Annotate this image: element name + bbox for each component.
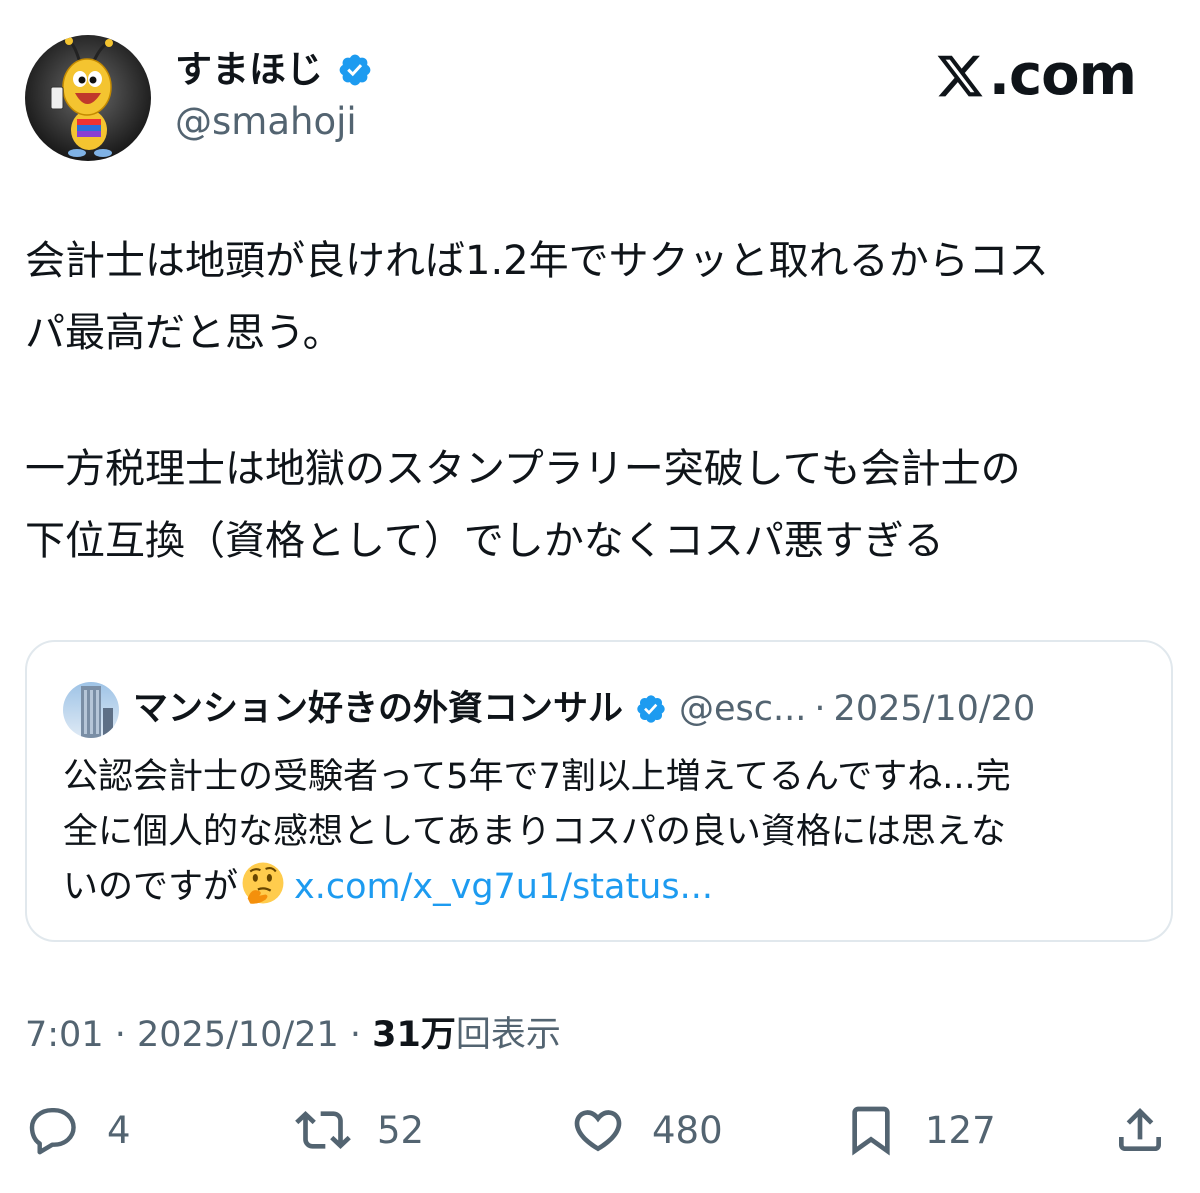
avatar[interactable] <box>25 35 151 161</box>
display-name-text: すまほじ <box>175 48 323 91</box>
quote-line: 公認会計士の受験者って5年で7割以上増えてるんですね...完 <box>63 757 1011 797</box>
thinking-face-icon <box>242 862 284 904</box>
verified-badge-icon <box>637 695 665 723</box>
quote-line-last: いのですが x.com/x_vg7u1/status... <box>63 860 1143 915</box>
quote-separator: · <box>814 689 826 729</box>
handle[interactable]: @smahoji <box>175 100 357 144</box>
meta-separator: · <box>103 1015 137 1055</box>
site-logo-text: .com <box>988 43 1137 108</box>
quote-avatar[interactable] <box>63 682 119 738</box>
heart-icon <box>574 1110 622 1152</box>
building-avatar-image <box>63 682 119 738</box>
verified-badge-icon <box>339 54 371 86</box>
bookmark-button[interactable]: 127 <box>843 1100 996 1160</box>
quote-line: 全に個人的な感想としてあまりコスパの良い資格には思えな <box>63 812 1006 852</box>
tweet-date[interactable]: 2025/10/21 <box>137 1015 339 1055</box>
reply-count: 4 <box>107 1108 131 1152</box>
quote-header: マンション好きの外資コンサル @esc... · 2025/10/20 <box>133 684 1035 734</box>
tweet-line: 会計士は地頭が良ければ1.2年でサクッと取れるからコス <box>25 238 1049 284</box>
tweet-text: 会計士は地頭が良ければ1.2年でサクッと取れるからコス パ最高だと思う。 一方税… <box>25 225 1175 577</box>
display-name[interactable]: すまほじ <box>175 48 373 92</box>
quote-line: いのですが <box>63 867 239 907</box>
views-label: 回表示 <box>455 1015 561 1055</box>
repost-icon <box>295 1111 351 1149</box>
quote-date[interactable]: 2025/10/20 <box>834 684 1036 734</box>
reply-button[interactable]: 4 <box>25 1100 131 1160</box>
meta-separator: · <box>338 1015 373 1055</box>
tweet-meta: 7:01 · 2025/10/21 · 31万回表示 <box>25 1012 561 1058</box>
reply-icon <box>29 1107 76 1155</box>
tweet-line: パ最高だと思う。 <box>25 310 343 356</box>
tweet-line: 一方税理士は地獄のスタンプラリー突破しても会計士の <box>25 446 1021 492</box>
quote-link[interactable]: x.com/x_vg7u1/status... <box>294 867 713 907</box>
x-logo-icon <box>937 55 983 97</box>
like-count: 480 <box>652 1108 723 1152</box>
bookmark-count: 127 <box>925 1108 996 1152</box>
repost-count: 52 <box>377 1108 425 1152</box>
avatar-image <box>25 35 151 161</box>
quote-author-handle[interactable]: @esc... <box>679 684 806 734</box>
quote-tweet-card[interactable]: マンション好きの外資コンサル @esc... · 2025/10/20 公認会計… <box>25 640 1173 942</box>
share-icon <box>1119 1108 1161 1151</box>
repost-button[interactable]: 52 <box>295 1100 424 1160</box>
views-count: 31万 <box>372 1015 456 1055</box>
share-button[interactable] <box>1112 1100 1168 1160</box>
tweet-time[interactable]: 7:01 <box>25 1015 104 1055</box>
bookmark-icon <box>852 1106 890 1156</box>
quote-text: 公認会計士の受験者って5年で7割以上増えてるんですね...完 全に個人的な感想と… <box>63 750 1143 915</box>
like-button[interactable]: 480 <box>570 1100 723 1160</box>
quote-author-name[interactable]: マンション好きの外資コンサル <box>133 684 623 734</box>
tweet-line: 下位互換（資格として）でしかなくコスパ悪すぎる <box>25 518 944 564</box>
site-logo: .com <box>935 43 1137 108</box>
